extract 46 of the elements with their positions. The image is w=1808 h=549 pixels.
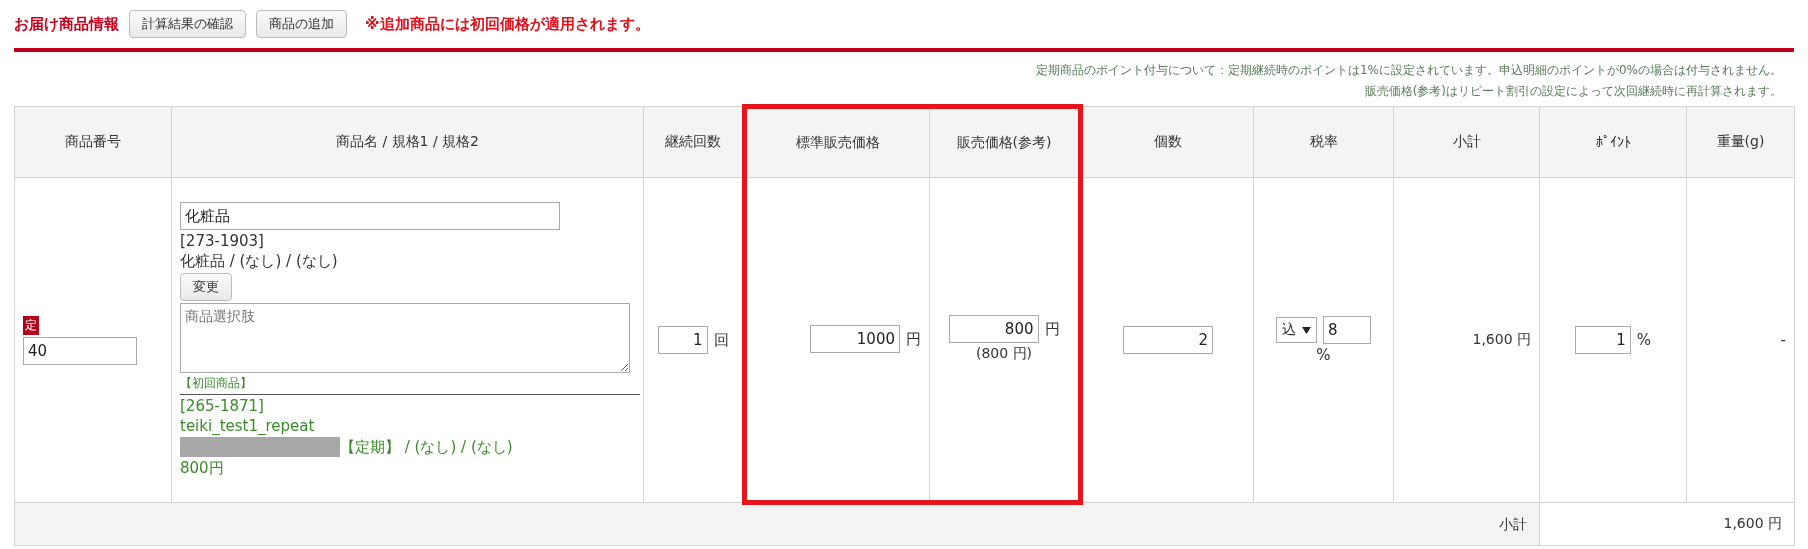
repeat-product-spec: 【定期】 / (なし) / (なし) xyxy=(340,437,513,457)
product-number-field[interactable]: 40 xyxy=(23,336,137,365)
sale-price-field[interactable]: 800 xyxy=(948,315,1039,343)
tax-mode-select[interactable]: 込 xyxy=(1276,317,1317,343)
unit-label: 円 xyxy=(1044,319,1060,339)
section-title: お届け商品情報 xyxy=(14,14,119,34)
points-field[interactable]: 1 xyxy=(1574,326,1631,354)
unit-label: % xyxy=(1316,346,1331,364)
regular-badge: 定 xyxy=(23,315,39,335)
repeat-product-code: [265-1871] xyxy=(180,397,264,415)
weight-value: - xyxy=(1780,331,1786,349)
product-name-field[interactable]: 化粧品 xyxy=(180,202,560,230)
first-product-label: 【初回商品】 xyxy=(180,375,252,392)
tax-rate-field[interactable]: 8 xyxy=(1323,316,1371,344)
unit-label: 回 xyxy=(713,330,729,350)
column-header: 小計 xyxy=(1393,106,1540,178)
quantity-field[interactable]: 2 xyxy=(1123,326,1213,354)
column-header: 標準販売価格 xyxy=(744,106,930,178)
repeat-product-price: 800円 xyxy=(180,459,224,478)
subtotal-value: 1,600 円 xyxy=(1472,331,1531,347)
note-text: 販売価格(参考)はリピート割引の設定によって次回継続時に再計算されます。 xyxy=(1364,83,1782,100)
column-header: 継続回数 xyxy=(643,106,745,178)
repeat-product-name: teiki_test1_repeat xyxy=(180,417,315,435)
reference-price: (800 円) xyxy=(975,345,1033,363)
product-spec: 化粧品 / (なし) / (なし) xyxy=(180,252,338,271)
column-header: 販売価格(参考) xyxy=(929,106,1081,178)
action-button[interactable]: 計算結果の確認 xyxy=(129,10,246,38)
column-header: 商品名 / 規格1 / 規格2 xyxy=(171,106,644,178)
notice-text: ※追加商品には初回価格が適用されます。 xyxy=(365,14,650,34)
subtotal-label: 小計 xyxy=(14,502,1540,546)
unit-label: 円 xyxy=(906,329,921,349)
product-code: [273-1903] xyxy=(180,232,264,250)
subtotal-total: 1,600 円 xyxy=(1539,502,1795,546)
note-text: 定期商品のポイント付与について：定期継続時のポイントは1%に設定されています。申込明細のポイントが0%の場合は付与されません。 xyxy=(1035,62,1782,79)
standard-price-field[interactable]: 1000 xyxy=(810,325,900,353)
caret-icon xyxy=(1302,326,1311,334)
continuation-field[interactable]: 1 xyxy=(657,326,708,354)
action-button[interactable]: 商品の追加 xyxy=(256,10,347,38)
change-button[interactable]: 変更 xyxy=(180,273,232,301)
column-header: ﾎﾟｲﾝﾄ xyxy=(1539,106,1687,178)
column-header: 商品番号 xyxy=(14,106,172,178)
unit-label: % xyxy=(1636,331,1652,349)
options-field[interactable]: 商品選択肢 xyxy=(180,303,630,373)
column-header: 税率 xyxy=(1253,106,1394,178)
column-header: 個数 xyxy=(1080,106,1254,178)
column-header: 重量(g) xyxy=(1686,106,1795,178)
